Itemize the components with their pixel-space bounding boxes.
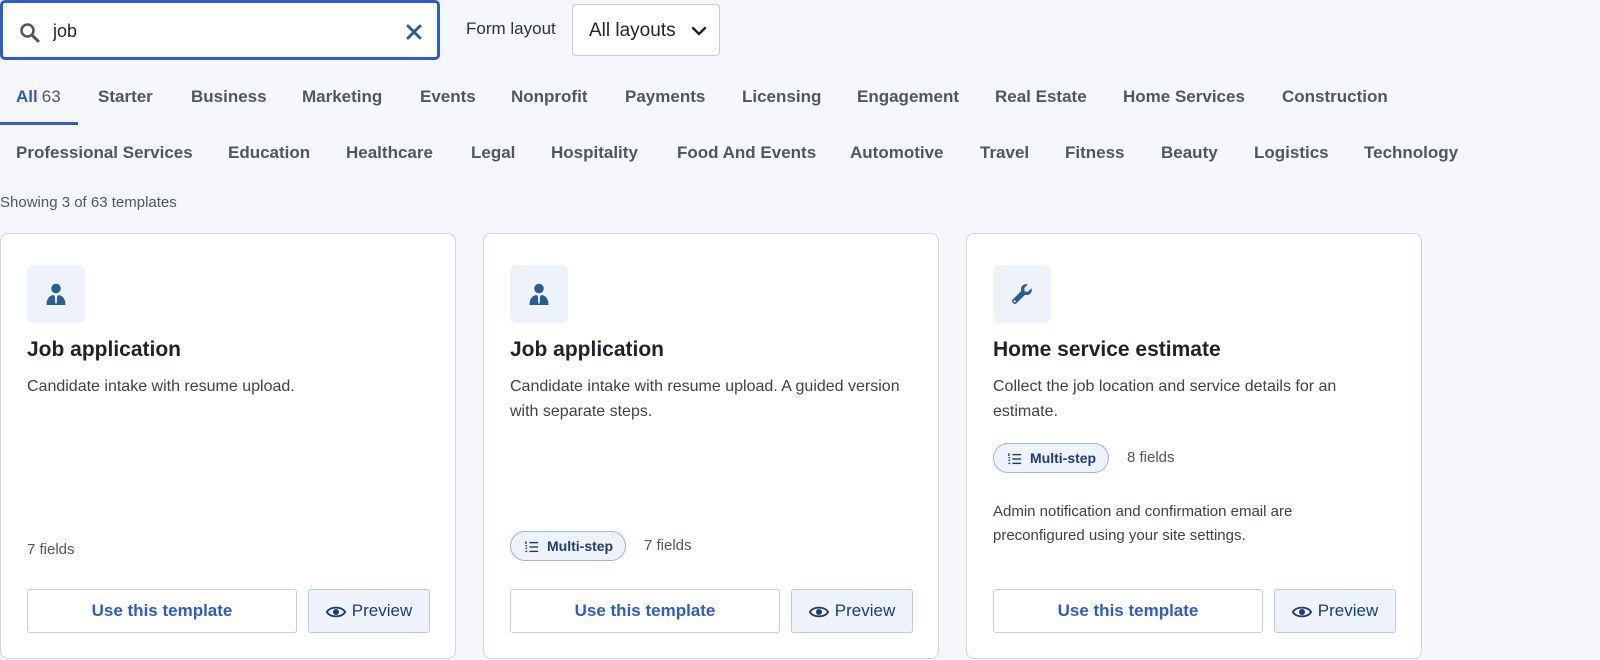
tab-education[interactable]: Education: [228, 128, 310, 178]
tab-automotive[interactable]: Automotive: [850, 128, 944, 178]
multistep-badge: Multi-step: [993, 443, 1110, 473]
tab-beauty[interactable]: Beauty: [1161, 128, 1218, 178]
search-input[interactable]: [53, 13, 383, 49]
category-tabs-row-1: All 63 Starter Business Marketing Events …: [0, 72, 1600, 124]
eye-icon: [808, 606, 829, 618]
tab-real-estate[interactable]: Real Estate: [995, 72, 1087, 122]
clear-search-icon[interactable]: [403, 21, 425, 43]
template-note: Admin notification and confirmation emai…: [993, 503, 1293, 544]
use-template-button[interactable]: Use this template: [510, 589, 780, 633]
user-tie-icon: [529, 283, 549, 305]
tab-nonprofit[interactable]: Nonprofit: [511, 72, 587, 122]
tab-licensing[interactable]: Licensing: [742, 72, 821, 122]
use-template-button[interactable]: Use this template: [27, 589, 297, 633]
template-title: Job application: [510, 338, 665, 361]
tab-marketing[interactable]: Marketing: [302, 72, 382, 122]
tab-events[interactable]: Events: [420, 72, 476, 122]
tab-fitness[interactable]: Fitness: [1065, 128, 1125, 178]
user-tie-icon: [46, 283, 66, 305]
chevron-down-icon: [691, 26, 707, 36]
field-count: 7 fields: [27, 541, 75, 558]
template-title: Home service estimate: [993, 338, 1221, 361]
template-card: Job application Candidate intake with re…: [483, 233, 939, 659]
list-icon: [1008, 453, 1022, 465]
tab-home-services[interactable]: Home Services: [1123, 72, 1245, 122]
tab-logistics[interactable]: Logistics: [1254, 128, 1329, 178]
template-title: Job application: [27, 338, 182, 361]
template-description: Candidate intake with resume upload. A g…: [510, 378, 900, 420]
preview-button[interactable]: Preview: [791, 589, 913, 633]
preview-label: Preview: [1317, 601, 1379, 620]
toolbar: Form layout All layouts: [0, 0, 760, 62]
tab-engagement[interactable]: Engagement: [857, 72, 959, 122]
tab-technology[interactable]: Technology: [1364, 128, 1458, 178]
tab-travel[interactable]: Travel: [980, 128, 1029, 178]
preview-label: Preview: [351, 601, 413, 620]
results-count: Showing 3 of 63 templates: [0, 194, 177, 211]
tab-all[interactable]: All 63: [16, 72, 61, 122]
category-tabs-row-2: Professional Services Education Healthca…: [0, 128, 1600, 180]
template-description: Collect the job location and service det…: [993, 378, 1337, 420]
tab-food-and-events[interactable]: Food And Events: [677, 128, 816, 178]
active-tab-indicator: [0, 122, 78, 125]
template-card: Home service estimate Collect the job lo…: [966, 233, 1422, 659]
template-card: Job application Candidate intake with re…: [0, 233, 456, 659]
form-layout-select[interactable]: All layouts: [572, 4, 720, 56]
multistep-badge: Multi-step: [510, 531, 627, 561]
eye-icon: [325, 606, 346, 618]
search-box[interactable]: [1, 1, 439, 59]
multistep-label: Multi-step: [547, 538, 614, 554]
form-layout-selected: All layouts: [589, 20, 676, 41]
tab-legal[interactable]: Legal: [471, 128, 515, 178]
tab-hospitality[interactable]: Hospitality: [551, 128, 638, 178]
wrench-icon: [1012, 284, 1032, 304]
tab-label: All: [16, 87, 38, 106]
preview-button[interactable]: Preview: [308, 589, 430, 633]
preview-button[interactable]: Preview: [1274, 589, 1396, 633]
template-icon-badge: [993, 265, 1051, 323]
tab-payments[interactable]: Payments: [625, 72, 705, 122]
field-count: 7 fields: [644, 537, 692, 554]
template-description: Candidate intake with resume upload.: [27, 378, 295, 395]
use-template-button[interactable]: Use this template: [993, 589, 1263, 633]
preview-label: Preview: [834, 601, 896, 620]
tab-count: 63: [41, 87, 61, 106]
field-count: 8 fields: [1127, 449, 1175, 466]
eye-icon: [1291, 606, 1312, 618]
search-icon: [20, 23, 40, 43]
tab-business[interactable]: Business: [191, 72, 267, 122]
tab-professional-services[interactable]: Professional Services: [16, 128, 193, 178]
tab-healthcare[interactable]: Healthcare: [346, 128, 433, 178]
multistep-label: Multi-step: [1030, 450, 1097, 466]
template-icon-badge: [27, 265, 85, 323]
tab-construction[interactable]: Construction: [1282, 72, 1388, 122]
form-layout-label: Form layout: [466, 19, 556, 38]
list-icon: [525, 541, 539, 553]
tab-starter[interactable]: Starter: [98, 72, 153, 122]
template-icon-badge: [510, 265, 568, 323]
